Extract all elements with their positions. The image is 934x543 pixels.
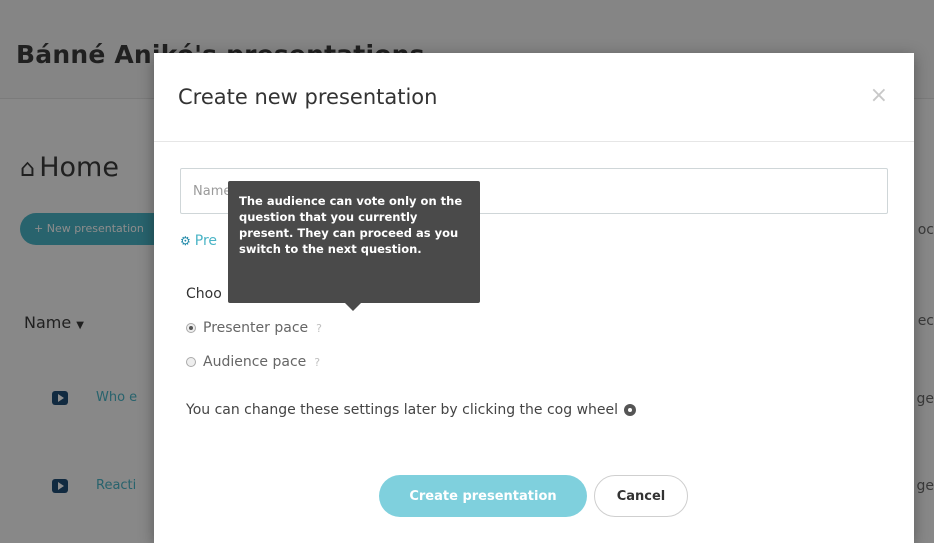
- cog-wheel-icon: [624, 404, 637, 416]
- gear-icon: ⚙: [180, 234, 191, 248]
- pace-help-tooltip: The audience can vote only on the questi…: [228, 181, 480, 311]
- help-icon[interactable]: ?: [316, 322, 322, 335]
- settings-note: You can change these settings later by c…: [186, 402, 637, 418]
- create-presentation-button[interactable]: Create presentation: [379, 475, 587, 517]
- help-icon[interactable]: ?: [314, 356, 320, 369]
- close-icon[interactable]: ×: [870, 85, 888, 107]
- audience-pace-label: Audience pace: [203, 354, 307, 370]
- presenter-pace-radio[interactable]: [186, 323, 196, 333]
- presentation-settings-label: Pre: [194, 233, 218, 249]
- audience-pace-radio[interactable]: [186, 357, 196, 367]
- settings-note-text: You can change these settings later by c…: [186, 402, 619, 418]
- dialog-title: Create new presentation: [178, 85, 438, 109]
- dialog-header: Create new presentation ×: [154, 53, 914, 142]
- choose-pace-label: Choo: [186, 286, 222, 302]
- audience-pace-option[interactable]: Audience pace ?: [186, 354, 320, 370]
- cancel-button[interactable]: Cancel: [594, 475, 688, 517]
- presentation-settings-link[interactable]: ⚙ Pre: [180, 233, 217, 249]
- presenter-pace-option[interactable]: Presenter pace ?: [186, 320, 322, 336]
- presenter-pace-label: Presenter pace: [203, 320, 309, 336]
